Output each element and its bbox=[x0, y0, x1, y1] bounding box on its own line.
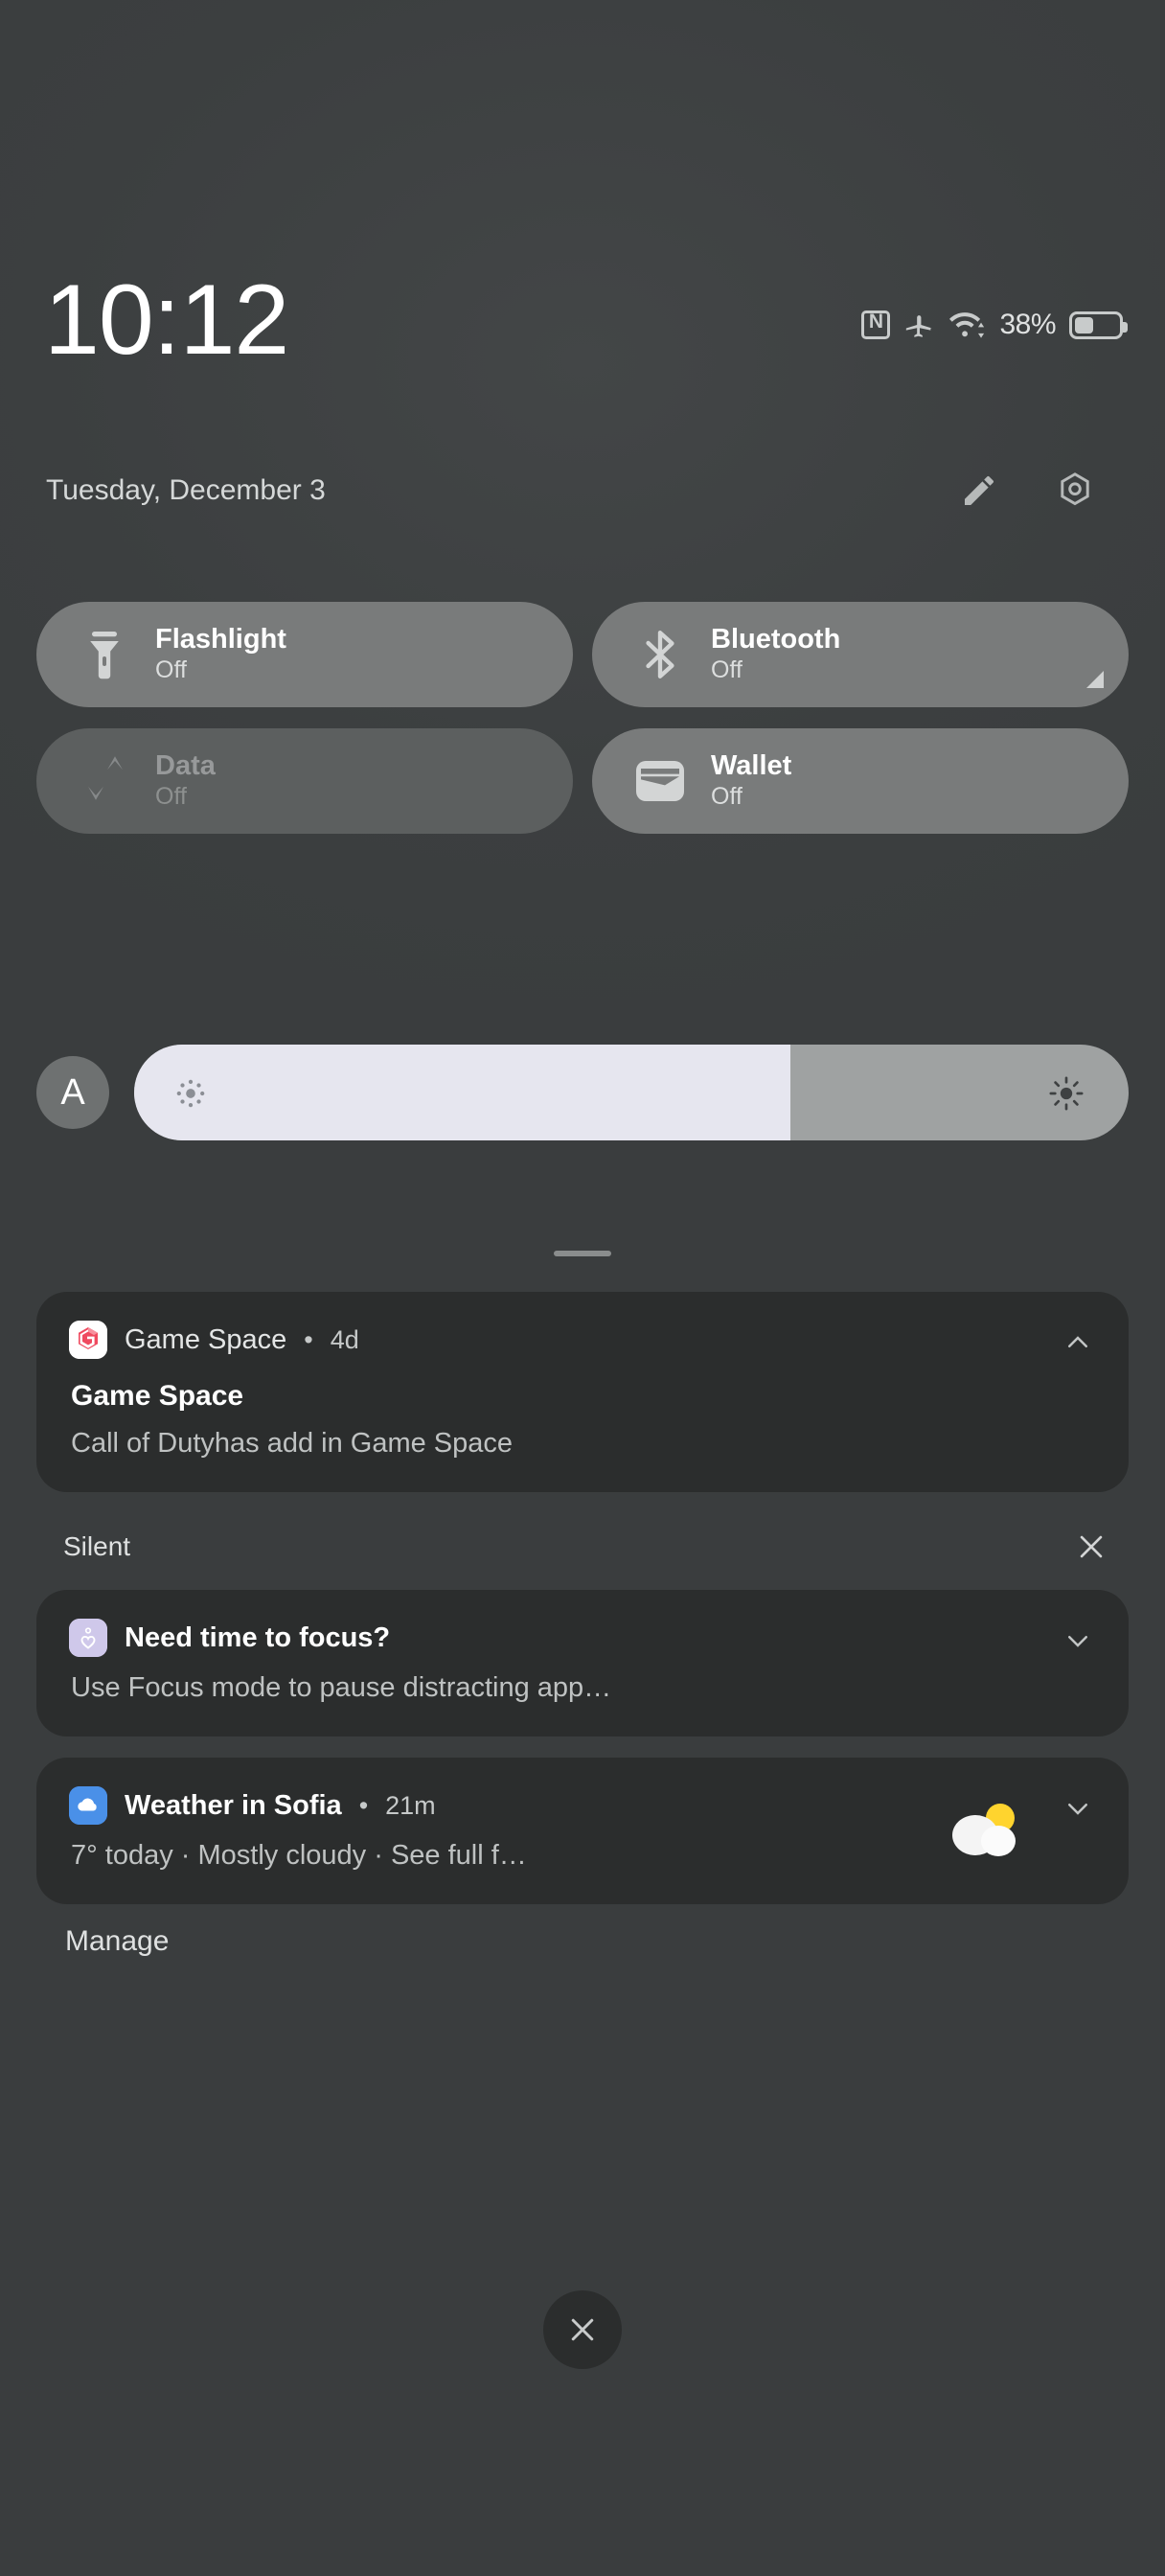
airplane-mode-icon bbox=[903, 309, 936, 341]
tile-title: Flashlight bbox=[155, 623, 286, 655]
notification-game-space[interactable]: Game Space • 4d Game Space Call of Dutyh… bbox=[36, 1292, 1129, 1492]
tile-expand-indicator[interactable] bbox=[1086, 671, 1104, 688]
data-transfer-icon bbox=[77, 756, 132, 806]
wallet-icon bbox=[632, 760, 688, 802]
brightness-slider[interactable] bbox=[134, 1045, 1129, 1140]
notification-time: 21m bbox=[385, 1790, 436, 1820]
digital-wellbeing-icon bbox=[69, 1619, 107, 1657]
clear-all-button[interactable] bbox=[543, 2290, 622, 2369]
close-icon bbox=[565, 2312, 600, 2347]
tile-flashlight[interactable]: Flashlight Off bbox=[36, 602, 573, 707]
gear-icon[interactable] bbox=[1054, 470, 1096, 512]
battery-icon bbox=[1069, 310, 1128, 339]
notification-body: Use Focus mode to pause distracting app… bbox=[71, 1672, 612, 1703]
brightness-high-icon bbox=[1048, 1075, 1085, 1112]
nfc-icon bbox=[861, 308, 891, 339]
chevron-up-icon[interactable] bbox=[1063, 1328, 1092, 1357]
date-row: Tuesday, December 3 bbox=[46, 470, 1119, 512]
manage-row[interactable]: Manage bbox=[36, 1925, 1129, 1958]
status-clock: 10:12 bbox=[44, 264, 289, 376]
notification-app-name: Game Space bbox=[125, 1323, 287, 1355]
partly-cloudy-icon bbox=[941, 1801, 1029, 1858]
pencil-icon[interactable] bbox=[960, 472, 998, 510]
status-icons: 38% bbox=[861, 308, 1128, 341]
tile-title: Bluetooth bbox=[711, 623, 841, 655]
manage-label[interactable]: Manage bbox=[65, 1925, 169, 1957]
notification-time: 4d bbox=[330, 1324, 359, 1354]
bluetooth-icon bbox=[632, 627, 688, 682]
notification-focus[interactable]: Need time to focus? Use Focus mode to pa… bbox=[36, 1590, 1129, 1736]
close-icon[interactable] bbox=[1075, 1530, 1108, 1563]
notification-list: Game Space • 4d Game Space Call of Dutyh… bbox=[36, 1292, 1129, 1958]
tile-title: Data bbox=[155, 749, 216, 781]
notification-app-name: Weather in Sofia bbox=[125, 1789, 342, 1821]
silent-label: Silent bbox=[63, 1531, 131, 1561]
battery-percent-label: 38% bbox=[999, 309, 1056, 340]
tile-bluetooth[interactable]: Bluetooth Off bbox=[592, 602, 1129, 707]
flashlight-icon bbox=[77, 630, 132, 679]
notification-title: Need time to focus? bbox=[125, 1622, 391, 1653]
brightness-row: A bbox=[36, 1045, 1129, 1140]
tile-state: Off bbox=[155, 783, 187, 811]
silent-section-header: Silent bbox=[36, 1513, 1129, 1580]
tile-title: Wallet bbox=[711, 749, 792, 781]
tile-state: Off bbox=[711, 783, 742, 811]
notification-body: Call of Dutyhas add in Game Space bbox=[71, 1428, 514, 1459]
weather-icon bbox=[69, 1786, 107, 1825]
notification-shade: 10:12 38% Tuesday, December 3 bbox=[0, 0, 1165, 2576]
tile-wallet[interactable]: Wallet Off bbox=[592, 728, 1129, 834]
tile-state: Off bbox=[155, 656, 187, 684]
date-label: Tuesday, December 3 bbox=[46, 474, 326, 506]
notification-title: Game Space bbox=[71, 1380, 244, 1412]
tile-state: Off bbox=[711, 656, 742, 684]
notification-separator: • bbox=[304, 1324, 313, 1354]
drag-handle[interactable] bbox=[554, 1251, 611, 1256]
quick-settings-tiles: Flashlight Off Bluetooth Off Data Off Wa… bbox=[36, 602, 1129, 834]
wifi-icon bbox=[949, 310, 986, 339]
notification-weather[interactable]: Weather in Sofia • 21m 7° today · Mostly… bbox=[36, 1758, 1129, 1904]
gamespace-icon bbox=[69, 1321, 107, 1359]
chevron-down-icon[interactable] bbox=[1063, 1794, 1092, 1823]
auto-brightness-button[interactable]: A bbox=[36, 1056, 109, 1129]
chevron-down-icon[interactable] bbox=[1063, 1626, 1092, 1655]
brightness-low-icon bbox=[174, 1077, 207, 1110]
notification-separator: • bbox=[358, 1790, 369, 1820]
tile-data[interactable]: Data Off bbox=[36, 728, 573, 834]
